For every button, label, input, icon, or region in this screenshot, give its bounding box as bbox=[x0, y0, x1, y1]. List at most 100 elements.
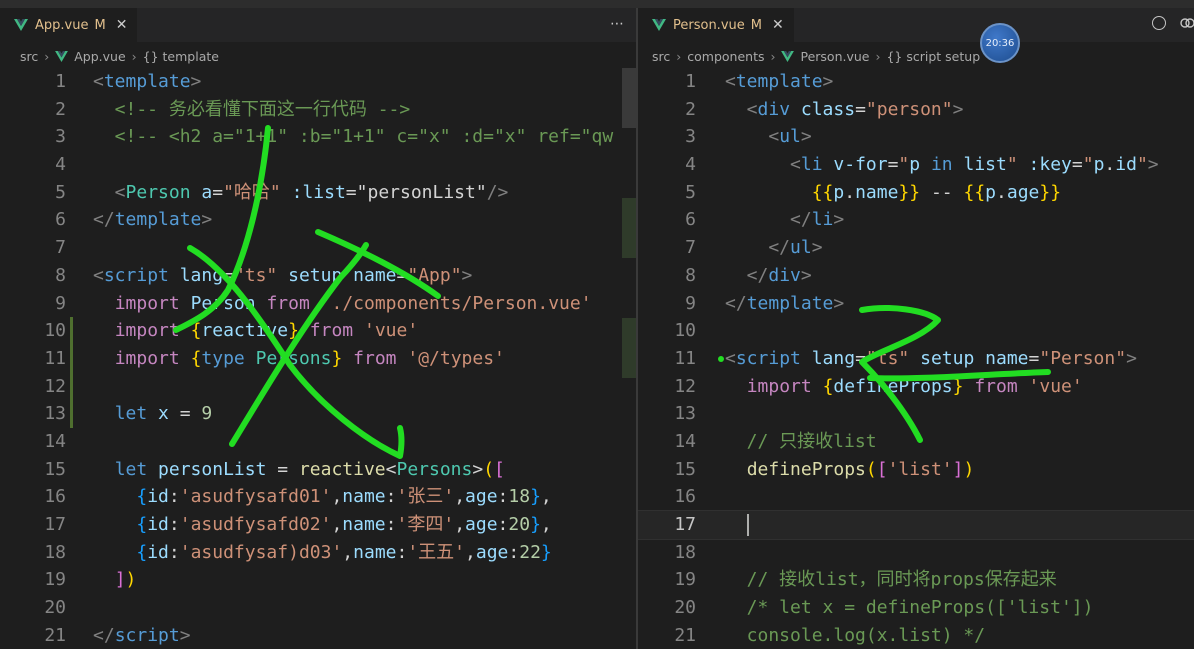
code-line[interactable]: 3 <ul> bbox=[638, 123, 1194, 151]
code-line[interactable]: 7 bbox=[0, 234, 636, 262]
code-line[interactable]: 5 <Person a="哈哈" :list="personList"/> bbox=[0, 179, 636, 207]
code-line[interactable]: 6 </template> bbox=[0, 206, 636, 234]
open-changes-icon[interactable] bbox=[1180, 16, 1194, 30]
code-line[interactable]: 17 {id:'asudfysafd02',name:'李四',age:20}, bbox=[0, 511, 636, 539]
code-line[interactable]: 17 bbox=[638, 510, 1194, 540]
timeline-history-icon[interactable] bbox=[1152, 16, 1166, 30]
code-line[interactable]: 16 {id:'asudfysafd01',name:'张三',age:18}, bbox=[0, 483, 636, 511]
code-token: > bbox=[179, 624, 191, 646]
code-text: import {type Persons} from '@/types' bbox=[93, 345, 505, 373]
breadcrumb-src[interactable]: src bbox=[20, 49, 38, 64]
code-token: id bbox=[1115, 154, 1137, 176]
code-line[interactable]: 10 import {reactive} from 'vue' bbox=[0, 317, 636, 345]
code-token: :list bbox=[291, 181, 346, 203]
code-line[interactable]: 9 </template> bbox=[638, 290, 1194, 318]
code-line[interactable]: 4 <li v-for="p in list" :key="p.id"> bbox=[638, 151, 1194, 179]
code-line[interactable]: 19 // 接收list，同时将props保存起来 bbox=[638, 566, 1194, 594]
code-line[interactable]: 15 defineProps(['list']) bbox=[638, 456, 1194, 484]
code-token: </ bbox=[725, 209, 812, 231]
tab-app-vue[interactable]: App.vue M ✕ bbox=[0, 8, 138, 42]
code-token: from bbox=[266, 292, 310, 314]
chevron-right-icon: › bbox=[875, 48, 881, 64]
line-number: 19 bbox=[674, 569, 696, 591]
code-line[interactable]: 10 bbox=[638, 317, 1194, 345]
breadcrumb-symbol[interactable]: {} template bbox=[143, 49, 219, 64]
line-number: 6 bbox=[685, 209, 696, 231]
breadcrumb-file[interactable]: Person.vue bbox=[800, 49, 869, 64]
code-token: > bbox=[190, 71, 202, 92]
code-line[interactable]: 21 console.log(x.list) */ bbox=[638, 622, 1194, 649]
code-token: > bbox=[201, 209, 213, 231]
code-text: </script> bbox=[93, 622, 191, 649]
code-editor-right[interactable]: 1 <template> 2 <div class="person"> 3 <ul> 4… bbox=[638, 68, 1194, 649]
code-line[interactable]: 20 bbox=[0, 594, 636, 622]
breadcrumb-file[interactable]: App.vue bbox=[74, 49, 125, 64]
code-line[interactable]: 6 </li> bbox=[638, 206, 1194, 234]
code-text: /* let x = defineProps(['list']) bbox=[725, 594, 1094, 622]
code-line[interactable]: 14 // 只接收list bbox=[638, 428, 1194, 456]
code-line[interactable]: 2 <div class="person"> bbox=[638, 96, 1194, 124]
code-token: = bbox=[855, 98, 866, 120]
code-line[interactable]: 8 <script lang="ts" setup name="App"> bbox=[0, 262, 636, 290]
code-line[interactable]: 11 import {type Persons} from '@/types' bbox=[0, 344, 636, 373]
code-line[interactable]: 19 ]) bbox=[0, 566, 636, 594]
code-line[interactable]: 20 /* let x = defineProps(['list']) bbox=[638, 594, 1194, 622]
code-line[interactable]: 13 let x = 9 bbox=[0, 400, 636, 428]
code-line[interactable]: 4 bbox=[0, 151, 636, 179]
code-line[interactable]: 5 {{p.name}} -- {{p.age}} bbox=[638, 179, 1194, 207]
git-change-marker[interactable] bbox=[70, 317, 73, 345]
code-text: <script lang="ts" setup name="Person"> bbox=[725, 345, 1137, 373]
code-line[interactable]: 15 let personList = reactive<Persons>([ bbox=[0, 456, 636, 484]
code-line[interactable]: 11 <script lang="ts" setup name="Person"> bbox=[638, 345, 1194, 373]
code-line[interactable]: 12 bbox=[0, 372, 636, 401]
code-token: = bbox=[1071, 154, 1083, 176]
code-line[interactable]: 21 </script> bbox=[0, 622, 636, 649]
editor-pane-right: Person.vue M ✕ 20:36 src › components › … bbox=[638, 8, 1194, 649]
close-tab-icon[interactable]: ✕ bbox=[772, 17, 784, 33]
line-number: 18 bbox=[44, 541, 66, 563]
git-change-marker[interactable] bbox=[70, 372, 73, 401]
more-actions-icon[interactable]: ⋯ bbox=[610, 16, 624, 32]
code-line[interactable]: 2 <!-- 务必看懂下面这一行代码 --> bbox=[0, 96, 636, 124]
breadcrumb-src[interactable]: src bbox=[652, 49, 670, 64]
line-number: 19 bbox=[44, 569, 66, 591]
code-token: ] bbox=[952, 458, 964, 480]
git-change-marker[interactable] bbox=[70, 400, 73, 428]
code-line[interactable]: 12 import {defineProps} from 'vue' bbox=[638, 373, 1194, 401]
code-token: > bbox=[472, 458, 484, 480]
code-token: = bbox=[1028, 347, 1040, 369]
line-number: 3 bbox=[685, 126, 696, 148]
code-token: } bbox=[540, 541, 552, 563]
code-text: <ul> bbox=[725, 123, 811, 151]
breadcrumb-folder[interactable]: components bbox=[687, 49, 764, 64]
minimap-left[interactable] bbox=[622, 68, 636, 649]
code-line[interactable]: 1 <template> bbox=[638, 68, 1194, 96]
chevron-right-icon: › bbox=[770, 48, 776, 64]
line-number: 11 bbox=[44, 347, 66, 369]
code-token: -- bbox=[920, 181, 964, 203]
code-token: template bbox=[735, 71, 823, 92]
git-change-marker[interactable] bbox=[70, 344, 73, 373]
code-token: "App" bbox=[407, 264, 462, 286]
code-line[interactable]: 3 <!-- <h2 a="1+1" :b="1+1" c="x" :d="x"… bbox=[0, 123, 636, 151]
code-line[interactable]: 18 {id:'asudfysaf)d03',name:'王五',age:22} bbox=[0, 539, 636, 567]
code-token: < bbox=[93, 264, 104, 286]
code-text bbox=[725, 511, 749, 539]
code-token: 'vue' bbox=[1028, 375, 1083, 397]
code-line[interactable]: 13 bbox=[638, 400, 1194, 428]
code-line[interactable]: 16 bbox=[638, 483, 1194, 511]
tab-person-vue[interactable]: Person.vue M ✕ bbox=[638, 8, 794, 42]
close-tab-icon[interactable]: ✕ bbox=[116, 17, 128, 33]
code-line[interactable]: 18 bbox=[638, 539, 1194, 567]
code-editor-left[interactable]: 1 <template> 2 <!-- 务必看懂下面这一行代码 --> 3 <!-- … bbox=[0, 68, 636, 649]
code-line[interactable]: 7 </ul> bbox=[638, 234, 1194, 262]
breadcrumb-symbol[interactable]: {} script setup bbox=[886, 49, 980, 64]
code-line[interactable]: 1 <template> bbox=[0, 68, 636, 96]
code-line[interactable]: 8 </div> bbox=[638, 262, 1194, 290]
code-line[interactable]: 9 import Person from './components/Perso… bbox=[0, 290, 636, 318]
code-line[interactable]: 14 bbox=[0, 428, 636, 456]
